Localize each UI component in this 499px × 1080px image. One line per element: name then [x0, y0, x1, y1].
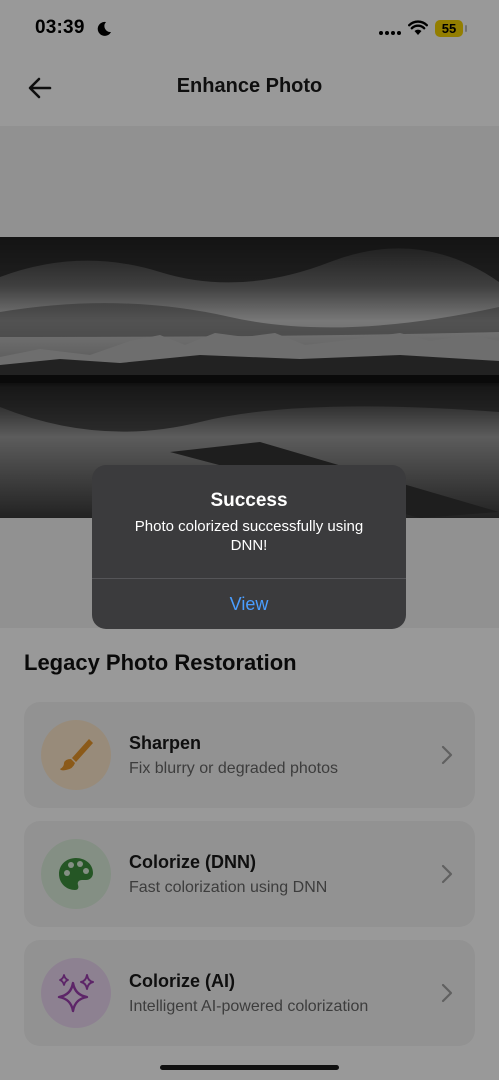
view-button[interactable]: View: [92, 579, 406, 629]
success-alert-dialog: Success Photo colorized successfully usi…: [92, 465, 406, 629]
alert-message: Photo colorized successfully using DNN!: [134, 518, 364, 554]
home-indicator[interactable]: [160, 1065, 339, 1070]
alert-title: Success: [210, 490, 288, 511]
